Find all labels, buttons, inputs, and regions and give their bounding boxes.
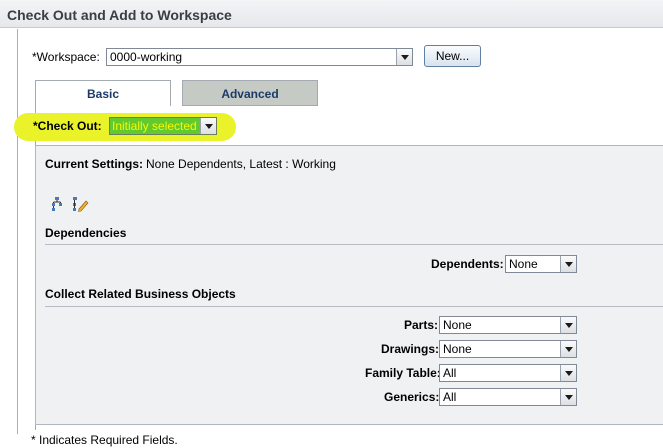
parts-label: Parts: [404,318,439,332]
generics-select[interactable]: All [439,388,577,406]
current-settings-label: Current Settings: [45,157,144,171]
family-table-label: Family Table: [365,366,441,380]
drawings-value: None [443,342,472,356]
check-out-label: *Check Out: [33,119,102,133]
current-settings-value: None Dependents, Latest : Working [146,157,336,171]
workspace-label: *Workspace: [32,50,100,64]
edit-structure-icon[interactable] [71,196,89,212]
window-title: Check Out and Add to Workspace [7,7,232,23]
new-workspace-button[interactable]: New... [424,45,481,67]
chevron-down-icon[interactable] [560,256,576,272]
check-out-value: Initially selected [112,119,197,133]
dependencies-divider [45,244,663,245]
chevron-down-icon[interactable] [560,365,576,381]
generics-value: All [443,390,457,404]
check-out-select[interactable]: Initially selected [109,117,217,135]
settings-panel [35,145,663,425]
tab-basic[interactable]: Basic [35,80,171,106]
chevron-down-icon[interactable] [560,389,576,405]
tab-advanced[interactable]: Advanced [182,80,318,106]
chevron-down-icon[interactable] [200,118,216,134]
required-fields-note: * Indicates Required Fields. [31,433,178,447]
parts-select[interactable]: None [439,316,577,334]
chevron-down-icon[interactable] [560,317,576,333]
drawings-select[interactable]: None [439,340,577,358]
parts-value: None [443,318,472,332]
window-titlebar: Check Out and Add to Workspace [0,0,663,28]
dependents-value: None [509,257,538,271]
chevron-down-icon[interactable] [396,49,412,65]
dependents-select[interactable]: None [505,255,577,273]
chevron-down-icon[interactable] [560,341,576,357]
related-objects-heading: Collect Related Business Objects [45,287,236,301]
related-objects-divider [45,306,663,307]
drawings-label: Drawings: [381,342,440,356]
structure-tree-icon[interactable] [49,196,65,212]
family-table-select[interactable]: All [439,364,577,382]
generics-label: Generics: [384,390,440,404]
dependents-label: Dependents: [431,257,504,271]
family-table-value: All [443,366,457,380]
workspace-value: 0000-working [110,50,183,64]
dependencies-heading: Dependencies [45,226,127,240]
workspace-select[interactable]: 0000-working [106,48,413,66]
